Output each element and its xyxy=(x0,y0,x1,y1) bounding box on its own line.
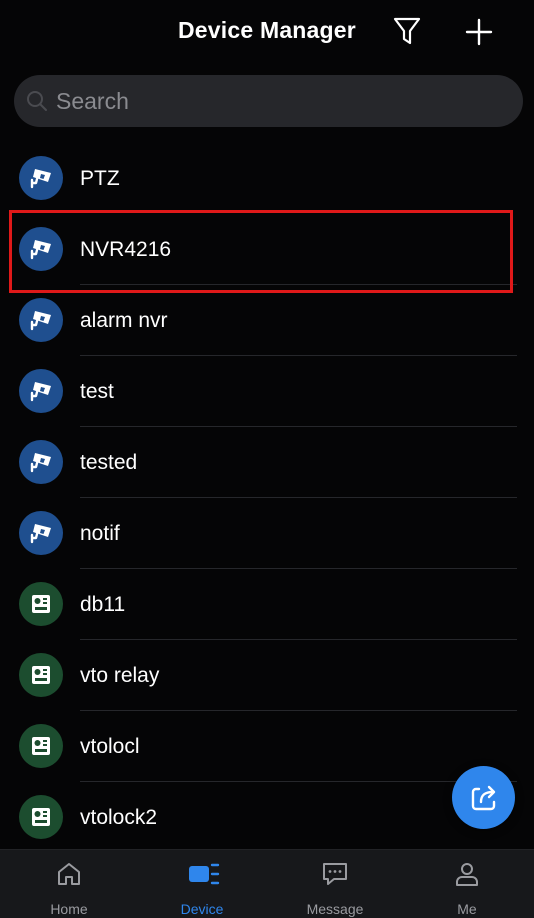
security-camera-icon xyxy=(30,311,51,331)
security-camera-icon xyxy=(30,524,51,544)
device-row-7[interactable]: vto relay xyxy=(0,640,534,711)
device-name: alarm nvr xyxy=(80,309,168,332)
device-avatar xyxy=(19,298,63,342)
device-name: vtolocl xyxy=(80,735,140,758)
device-avatar xyxy=(19,440,63,484)
device-row-5[interactable]: notif xyxy=(0,498,534,569)
nav-message-label: Message xyxy=(306,901,364,917)
device-name: vtolock2 xyxy=(80,806,158,829)
device-name: db11 xyxy=(80,593,126,616)
device-avatar xyxy=(19,582,63,626)
nav-device[interactable]: Device xyxy=(152,850,252,918)
device-name: PTZ xyxy=(80,167,120,190)
device-manager-screen: Device Manager PTZNVR4216alarm nvrtestte… xyxy=(0,0,534,918)
page-title: Device Manager xyxy=(178,17,356,43)
device-name: notif xyxy=(80,522,120,545)
share-button[interactable] xyxy=(452,766,515,829)
plus-icon xyxy=(465,18,493,46)
security-camera-icon xyxy=(30,382,51,402)
add-device-button[interactable] xyxy=(464,17,494,47)
device-row-0[interactable]: PTZ xyxy=(0,143,534,214)
nav-me[interactable]: Me xyxy=(417,850,517,918)
message-icon xyxy=(323,863,347,885)
home-icon xyxy=(58,863,80,885)
security-camera-icon xyxy=(30,453,51,473)
device-row-6[interactable]: db11 xyxy=(0,569,534,640)
search-bar[interactable] xyxy=(14,75,523,127)
device-name: test xyxy=(80,380,114,403)
device-name: vto relay xyxy=(80,664,160,687)
door-station-icon xyxy=(32,666,50,684)
security-camera-icon xyxy=(30,169,51,189)
device-row-3[interactable]: test xyxy=(0,356,534,427)
device-avatar xyxy=(19,511,63,555)
door-station-icon xyxy=(32,808,50,826)
filter-button[interactable] xyxy=(392,16,422,46)
device-avatar xyxy=(19,653,63,697)
device-avatar xyxy=(19,369,63,413)
search-input[interactable] xyxy=(56,83,496,119)
door-station-icon xyxy=(32,595,50,613)
device-icon xyxy=(189,863,220,885)
device-avatar xyxy=(19,156,63,200)
device-row-2[interactable]: alarm nvr xyxy=(0,285,534,356)
search-icon xyxy=(27,91,47,111)
nav-me-label: Me xyxy=(457,901,477,917)
bottom-nav: Home Device Message Me xyxy=(0,849,534,918)
nav-message[interactable]: Message xyxy=(285,850,385,918)
device-row-8[interactable]: vtolocl xyxy=(0,711,534,782)
device-name: tested xyxy=(80,451,138,474)
selection-highlight xyxy=(9,210,513,293)
nav-home[interactable]: Home xyxy=(19,850,119,918)
nav-device-label: Device xyxy=(180,901,224,917)
nav-home-label: Home xyxy=(50,901,88,917)
device-avatar xyxy=(19,724,63,768)
door-station-icon xyxy=(32,737,50,755)
header: Device Manager xyxy=(0,0,534,66)
device-avatar xyxy=(19,795,63,839)
share-icon xyxy=(471,785,495,810)
device-row-4[interactable]: tested xyxy=(0,427,534,498)
person-icon xyxy=(456,863,478,886)
filter-icon xyxy=(393,17,421,45)
